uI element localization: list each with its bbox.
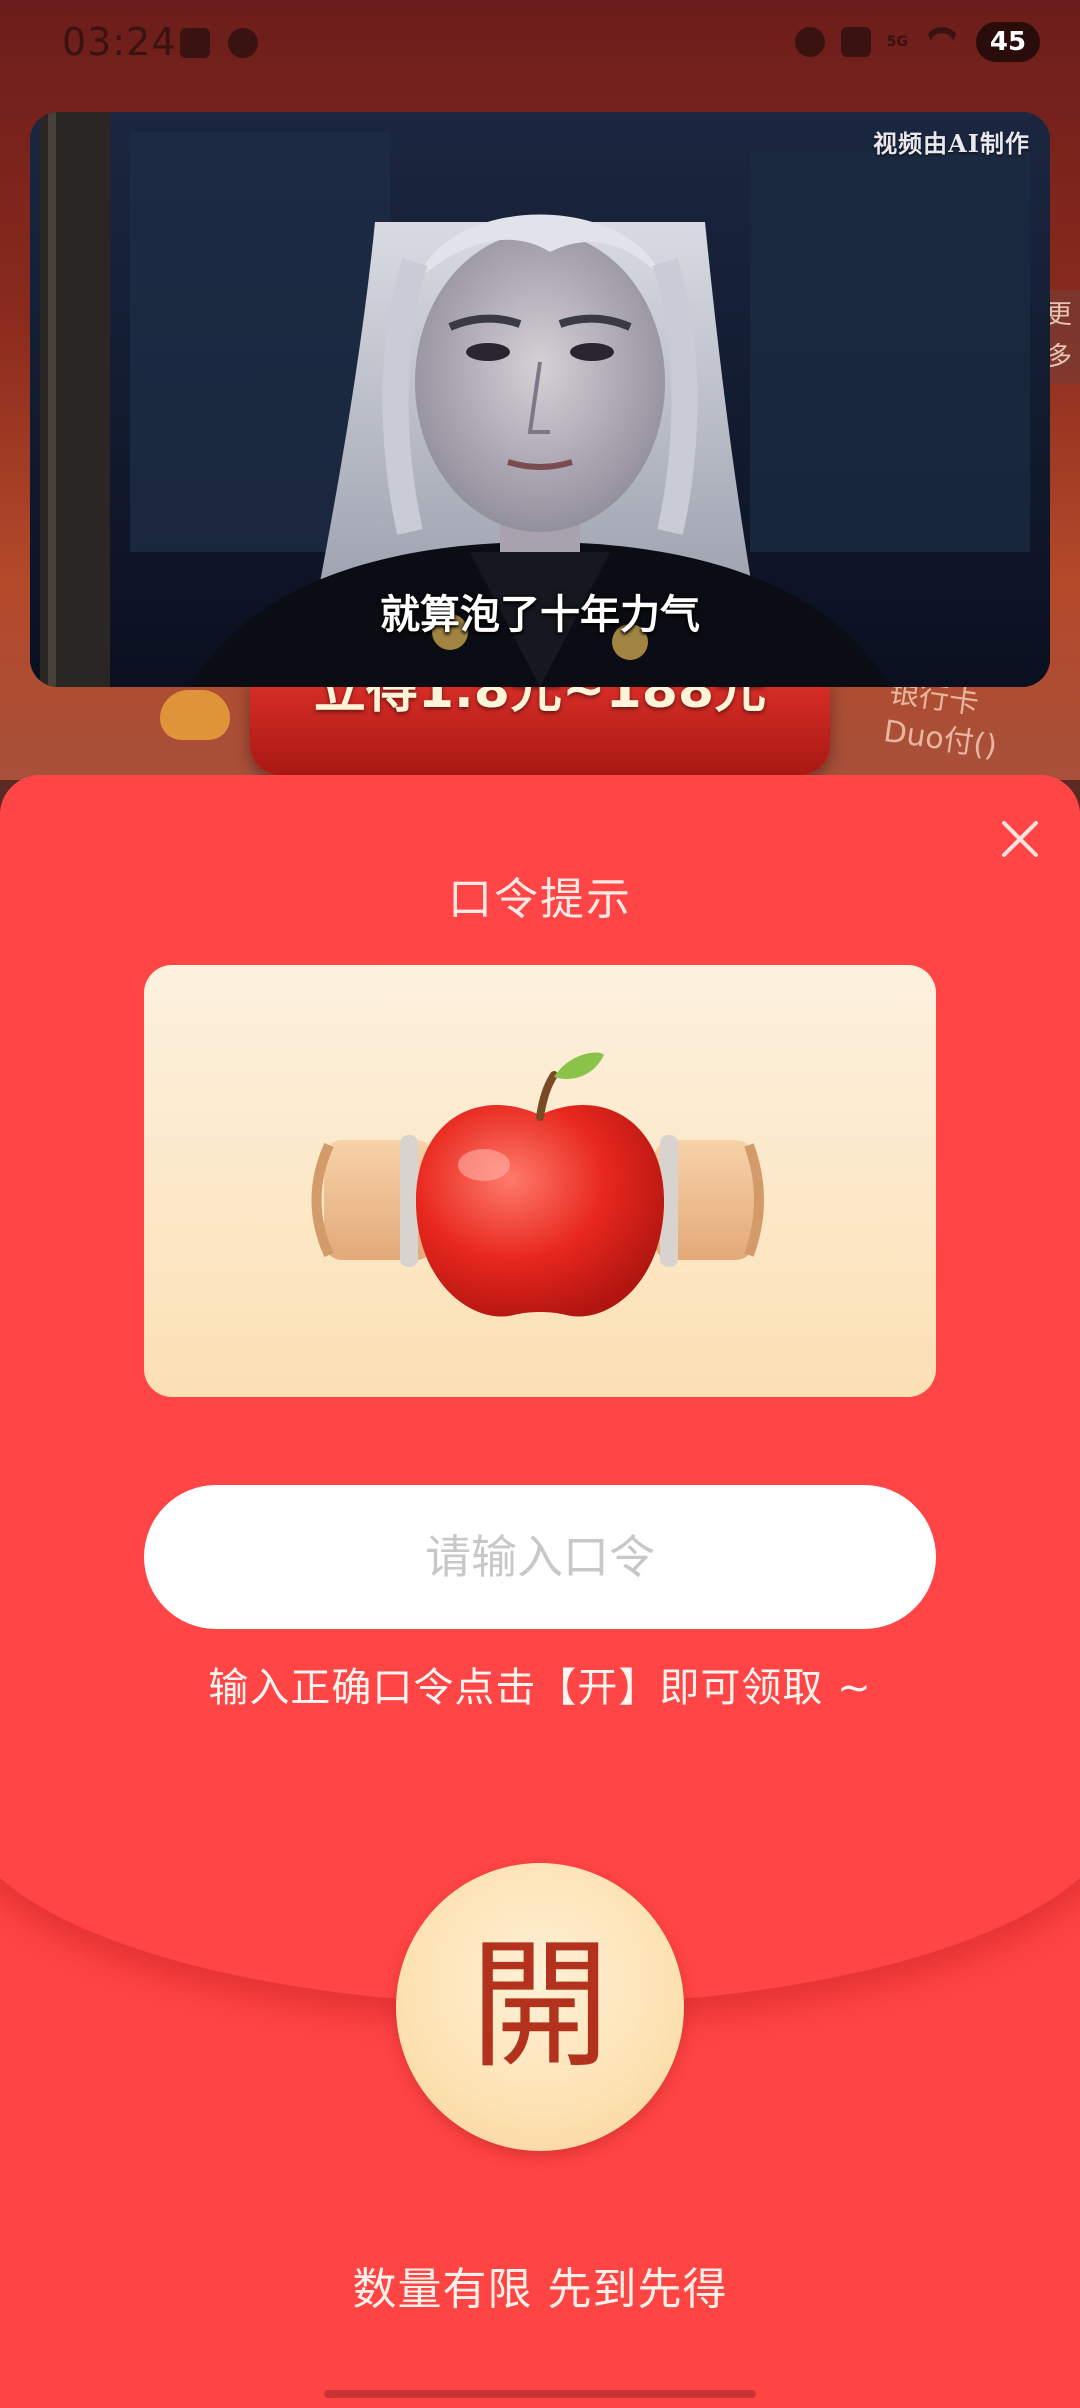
alarm-icon xyxy=(794,27,825,57)
hint-image-card xyxy=(144,965,936,1397)
instruction-text: 输入正确口令点击【开】即可领取 ~ xyxy=(208,1665,872,1711)
code-input[interactable] xyxy=(144,1485,936,1629)
red-packet-modal: 口令提示 请输入口令 输入正确口令点击【开】即可领取 ~ 開 数量有限 先到先得 xyxy=(0,775,1080,2408)
hd-icon xyxy=(840,27,871,57)
video-player[interactable]: 视频由AI制作 就算泡了十年力气 xyxy=(30,112,1050,687)
apple-watch-hint-icon xyxy=(311,1052,764,1317)
ai-watermark: 视频由AI制作 xyxy=(873,129,1030,158)
wifi-icon xyxy=(924,27,960,57)
open-button[interactable]: 開 xyxy=(396,1863,684,2151)
status-left-icons xyxy=(180,28,258,58)
open-button-label: 開 xyxy=(469,1925,610,2088)
status-time: 03:24 xyxy=(62,20,177,64)
video-subtitle: 就算泡了十年力气 xyxy=(380,592,700,638)
modal-title: 口令提示 xyxy=(448,874,632,925)
battery-indicator: 45 xyxy=(976,22,1040,62)
footer-slogan: 数量有限 先到先得 xyxy=(352,2264,728,2315)
close-icon[interactable] xyxy=(996,815,1044,863)
app-notification-icon xyxy=(180,28,210,58)
home-indicator[interactable] xyxy=(324,2390,756,2398)
cellular-signal-icon: 5G xyxy=(886,34,908,50)
mascot-decoration xyxy=(160,690,230,740)
status-bar: 03:24 5G 45 xyxy=(0,0,1080,90)
message-notification-icon xyxy=(228,28,258,58)
status-right-icons: 5G 45 xyxy=(794,22,1040,62)
